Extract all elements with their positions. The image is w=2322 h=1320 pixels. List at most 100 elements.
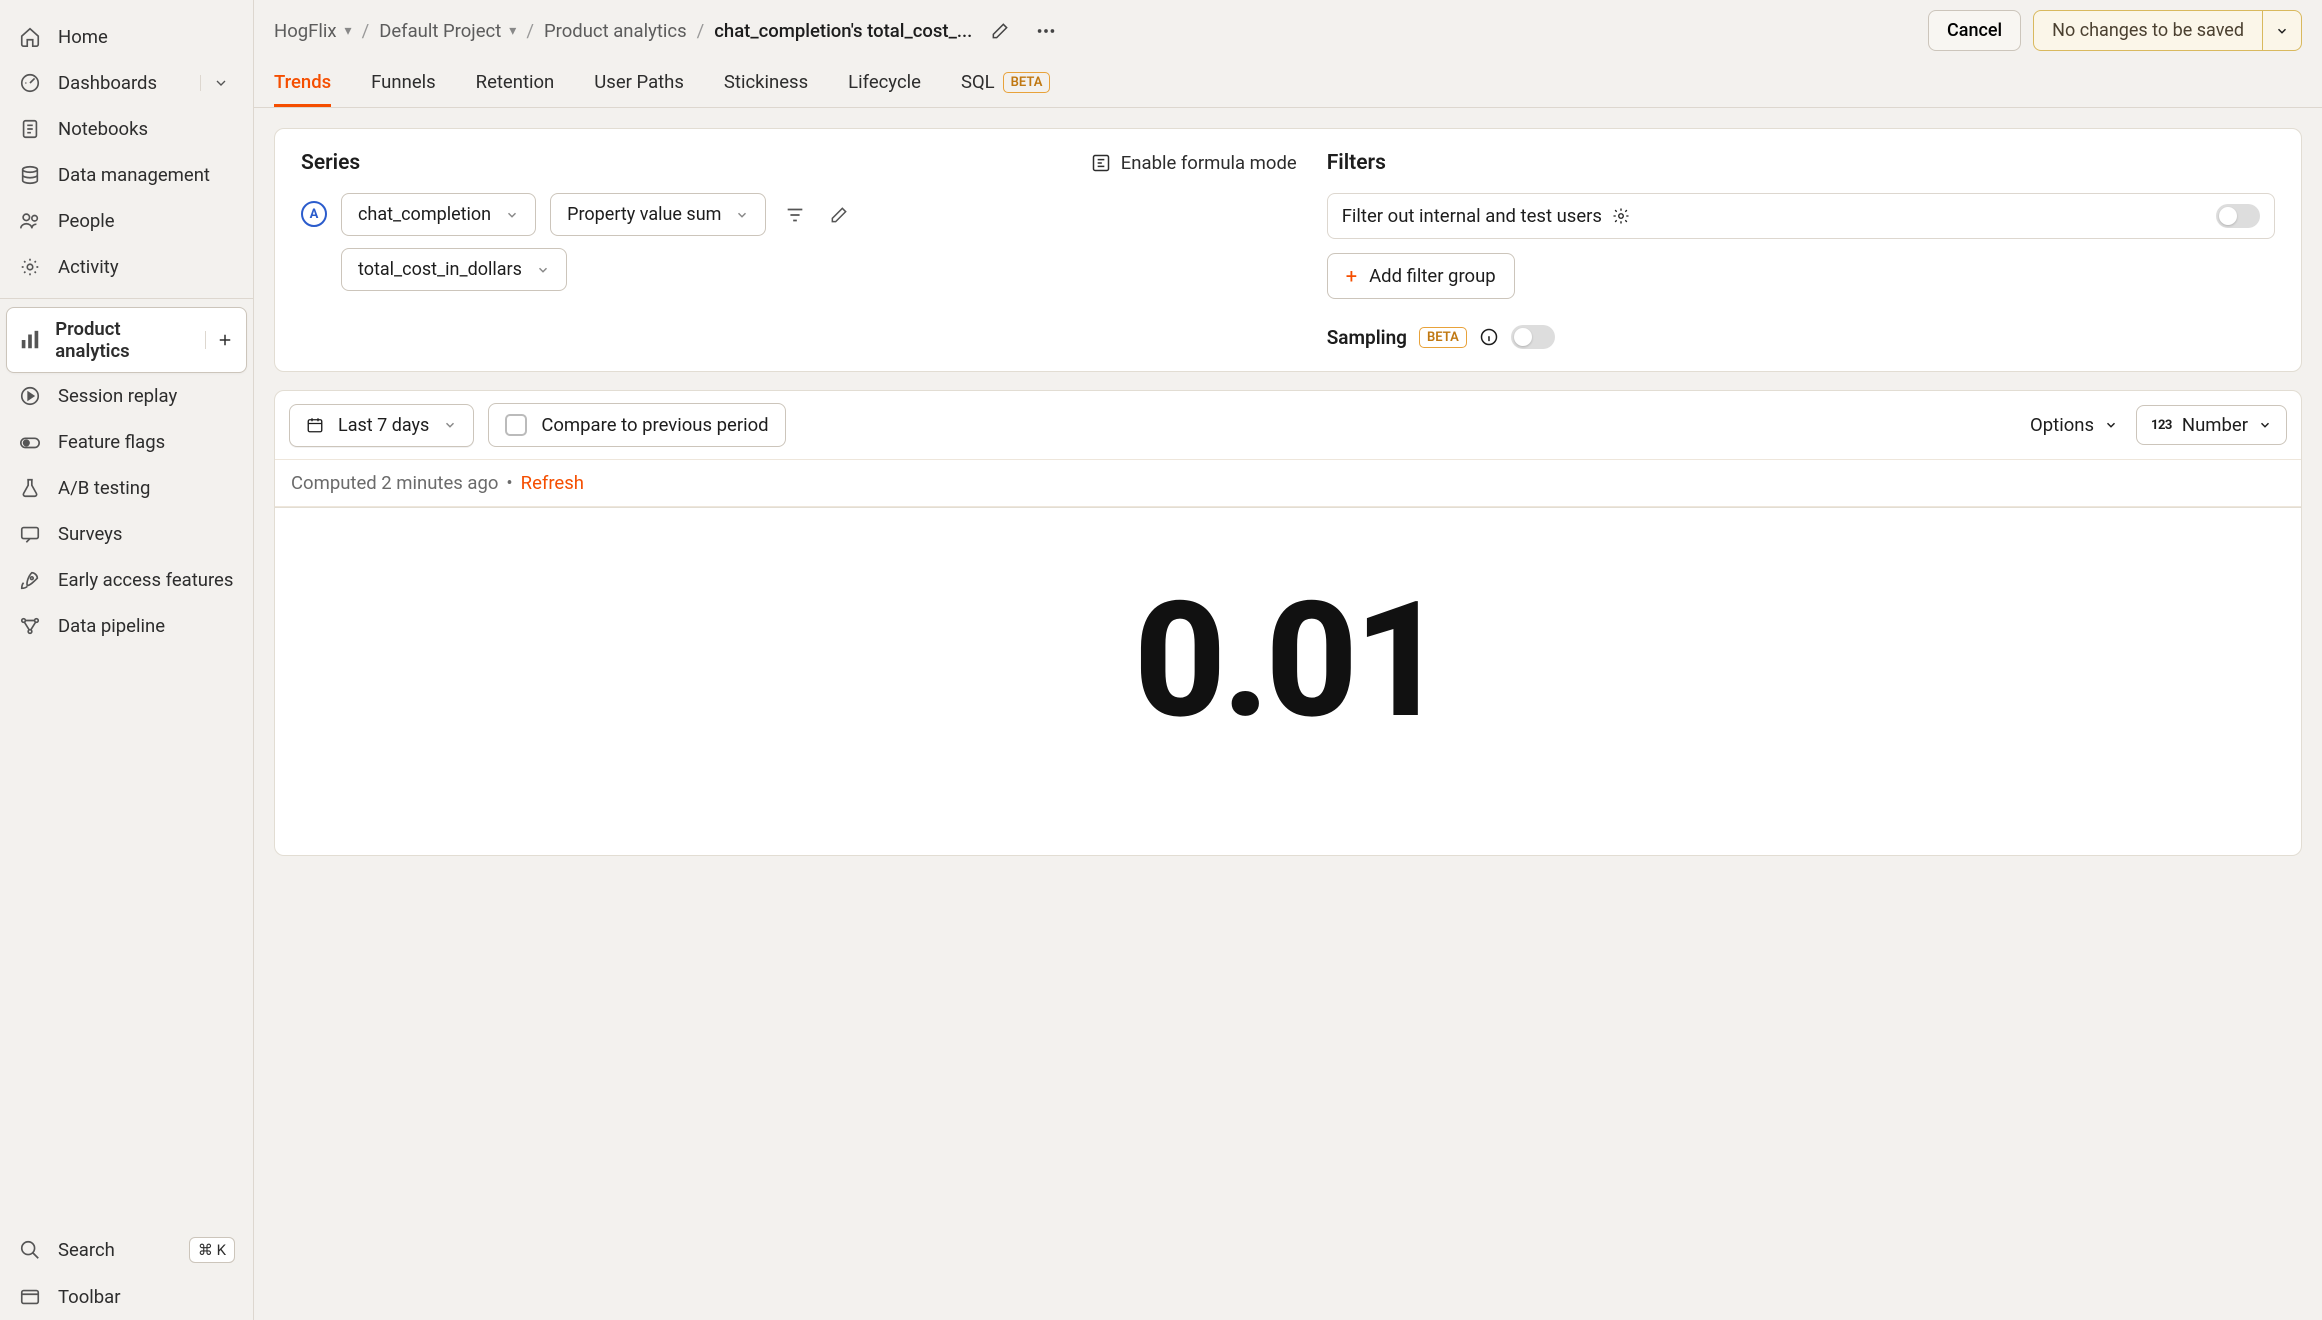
computed-status: Computed 2 minutes ago • Refresh	[275, 459, 2301, 507]
database-icon	[18, 163, 42, 187]
pipeline-icon	[18, 614, 42, 638]
tab-lifecycle[interactable]: Lifecycle	[848, 61, 921, 107]
tab-user-paths[interactable]: User Paths	[594, 61, 684, 107]
result-area: 0.01	[274, 508, 2302, 856]
formula-icon	[1091, 153, 1111, 173]
nav-surveys[interactable]: Surveys	[0, 511, 253, 557]
toggle-icon	[18, 430, 42, 454]
nav-search[interactable]: Search ⌘ K	[0, 1226, 253, 1274]
chevron-down-icon	[505, 208, 519, 222]
bar-chart-icon	[19, 328, 41, 352]
sampling-label: Sampling	[1327, 326, 1407, 349]
save-button-group: No changes to be saved	[2033, 10, 2302, 51]
tab-sql[interactable]: SQL BETA	[961, 61, 1050, 107]
crumb-page[interactable]: chat_completion's total_cost_...	[714, 20, 972, 42]
search-shortcut: ⌘ K	[189, 1237, 235, 1263]
cancel-button[interactable]: Cancel	[1928, 10, 2021, 51]
sidebar: Home Dashboards Notebooks Data managem	[0, 0, 254, 1320]
internal-users-filter: Filter out internal and test users	[1327, 193, 2275, 239]
nav-label: People	[58, 210, 115, 232]
options-dropdown[interactable]: Options	[2030, 414, 2118, 436]
save-button[interactable]: No changes to be saved	[2034, 11, 2262, 50]
nav-feature-flags[interactable]: Feature flags	[0, 419, 253, 465]
rename-icon[interactable]	[824, 200, 854, 230]
nav-notebooks[interactable]: Notebooks	[0, 106, 253, 152]
checkbox-icon	[505, 414, 527, 436]
nav-activity[interactable]: Activity	[0, 244, 253, 290]
divider	[0, 298, 253, 299]
info-icon[interactable]	[1479, 327, 1499, 347]
calendar-icon	[306, 416, 324, 434]
nav-session-replay[interactable]: Session replay	[0, 373, 253, 419]
plus-icon[interactable]	[205, 331, 234, 349]
chevron-down-icon	[2104, 418, 2118, 432]
nav-home[interactable]: Home	[0, 14, 253, 60]
date-range-select[interactable]: Last 7 days	[289, 404, 474, 447]
tab-funnels[interactable]: Funnels	[371, 61, 436, 107]
nav-label: Surveys	[58, 523, 122, 545]
chevron-down-icon	[536, 263, 550, 277]
chevron-down-icon[interactable]	[200, 75, 235, 91]
nav-label: Home	[58, 26, 108, 48]
flask-icon	[18, 476, 42, 500]
compare-checkbox[interactable]: Compare to previous period	[488, 403, 785, 447]
breadcrumbs: HogFlix ▾ / Default Project ▾ / Product …	[274, 13, 1916, 49]
chevron-down-icon	[735, 208, 749, 222]
home-icon	[18, 25, 42, 49]
sampling-toggle[interactable]	[1511, 325, 1555, 349]
series-letter: A	[301, 201, 327, 227]
display-type-select[interactable]: 123 Number	[2136, 405, 2287, 445]
property-select[interactable]: total_cost_in_dollars	[341, 248, 567, 291]
topbar: HogFlix ▾ / Default Project ▾ / Product …	[254, 0, 2322, 61]
chevron-down-icon: ▾	[509, 23, 516, 39]
nav-early-access[interactable]: Early access features	[0, 557, 253, 603]
notebook-icon	[18, 117, 42, 141]
tab-retention[interactable]: Retention	[476, 61, 555, 107]
formula-mode-toggle[interactable]: Enable formula mode	[1091, 152, 1297, 174]
nav-data-pipeline[interactable]: Data pipeline	[0, 603, 253, 649]
nav-label: Toolbar	[58, 1286, 120, 1308]
replay-icon	[18, 384, 42, 408]
nav-product-analytics[interactable]: Product analytics	[6, 307, 247, 373]
series-title: Series	[301, 151, 360, 175]
nav-people[interactable]: People	[0, 198, 253, 244]
more-menu-button[interactable]	[1028, 13, 1064, 49]
nav-label: Feature flags	[58, 431, 165, 453]
crumb-org[interactable]: HogFlix ▾	[274, 20, 352, 42]
edit-title-button[interactable]	[982, 13, 1018, 49]
aggregation-select[interactable]: Property value sum	[550, 193, 766, 236]
chevron-down-icon	[2258, 418, 2272, 432]
nav-label: Search	[58, 1239, 115, 1261]
nav-dashboards[interactable]: Dashboards	[0, 60, 253, 106]
nav-data-management[interactable]: Data management	[0, 152, 253, 198]
crumb-section[interactable]: Product analytics	[544, 20, 687, 42]
nav-label: Session replay	[58, 385, 177, 407]
nav-label: Activity	[58, 256, 119, 278]
gear-icon[interactable]	[1612, 207, 1630, 225]
people-icon	[18, 209, 42, 233]
internal-users-toggle[interactable]	[2216, 204, 2260, 228]
beta-badge: BETA	[1003, 72, 1051, 93]
tab-stickiness[interactable]: Stickiness	[724, 61, 808, 107]
beta-badge: BETA	[1419, 327, 1467, 348]
add-filter-group-button[interactable]: + Add filter group	[1327, 253, 1515, 299]
refresh-link[interactable]: Refresh	[521, 472, 584, 494]
nav-label: Data pipeline	[58, 615, 165, 637]
nav-label: Notebooks	[58, 118, 148, 140]
nav-label: Product analytics	[55, 318, 189, 362]
crumb-project[interactable]: Default Project ▾	[379, 20, 516, 42]
filter-icon[interactable]	[780, 200, 810, 230]
plus-icon: +	[1346, 264, 1357, 288]
nav-toolbar[interactable]: Toolbar	[0, 1274, 253, 1320]
result-value: 0.01	[275, 568, 2301, 755]
chevron-down-icon	[443, 418, 457, 432]
nav-ab-testing[interactable]: A/B testing	[0, 465, 253, 511]
tab-trends[interactable]: Trends	[274, 61, 331, 107]
nav-label: Dashboards	[58, 72, 157, 94]
rocket-icon	[18, 568, 42, 592]
nav-label: A/B testing	[58, 477, 150, 499]
save-dropdown[interactable]	[2262, 11, 2301, 50]
chat-icon	[18, 522, 42, 546]
event-select[interactable]: chat_completion	[341, 193, 536, 236]
number-icon: 123	[2151, 418, 2172, 433]
